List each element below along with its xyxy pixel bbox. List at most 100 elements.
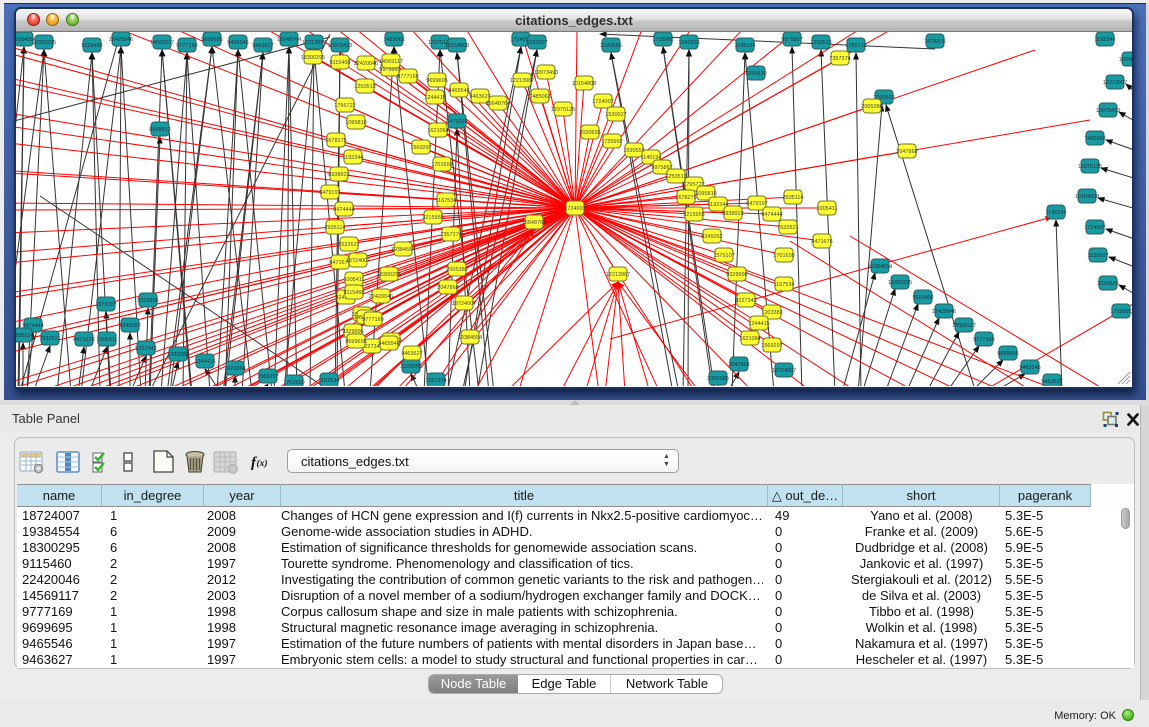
svg-text:1005411: 1005411 [343,277,364,283]
svg-text:9465546: 9465546 [448,88,469,94]
svg-text:1530027: 1530027 [605,112,626,118]
svg-text:2020655: 2020655 [600,43,621,49]
svg-text:7357274: 7357274 [829,56,850,62]
svg-text:22420046: 22420046 [109,37,133,43]
svg-text:2047868: 2047868 [728,362,749,368]
svg-text:1678275: 1678275 [924,39,945,45]
svg-text:2935114: 2935114 [16,333,34,339]
svg-text:1569297: 1569297 [410,145,431,151]
svg-text:1795722: 1795722 [334,103,355,109]
svg-text:14569117: 14569117 [952,323,976,329]
svg-text:8938923: 8938923 [328,172,349,178]
svg-text:22420046: 22420046 [354,61,378,67]
svg-text:9245052: 9245052 [119,323,140,329]
svg-text:2935114: 2935114 [324,225,345,231]
svg-text:2020655: 2020655 [579,130,600,136]
svg-text:14569117: 14569117 [150,40,174,46]
svg-text:3215955: 3215955 [400,364,421,370]
svg-text:1167534: 1167534 [773,282,794,288]
svg-text:1678275: 1678275 [325,138,346,144]
svg-text:7632621: 7632621 [777,225,798,231]
svg-text:18300295: 18300295 [301,55,325,61]
svg-text:19384554: 19384554 [458,335,482,341]
svg-text:1167534: 1167534 [318,378,339,384]
svg-text:7485063: 7485063 [529,94,550,100]
svg-text:9245052: 9245052 [701,234,722,240]
svg-text:12213967: 12213967 [302,40,326,46]
svg-text:1569297: 1569297 [761,343,782,349]
svg-text:19384554: 19384554 [868,264,892,270]
svg-text:9474444: 9474444 [333,207,354,213]
svg-text:(x): (x) [257,458,268,469]
svg-text:8938923: 8938923 [722,211,743,217]
svg-text:1250513: 1250513 [810,40,831,46]
svg-text:2020655: 2020655 [1097,281,1118,287]
svg-text:9465546: 9465546 [227,40,248,46]
svg-text:18300295: 18300295 [377,272,401,278]
svg-text:9227343: 9227343 [735,298,756,304]
svg-text:9777169: 9777169 [362,317,383,323]
svg-text:1795722: 1795722 [845,43,866,49]
svg-text:1621064: 1621064 [427,128,448,134]
svg-text:9115460: 9115460 [81,43,102,49]
svg-text:2047868: 2047868 [437,285,458,291]
svg-text:9115460: 9115460 [329,60,350,66]
svg-text:12213967: 12213967 [510,78,534,84]
svg-text:8471676: 8471676 [73,337,94,343]
svg-text:1250513: 1250513 [665,174,686,180]
svg-text:1203383: 1203383 [167,352,188,358]
svg-text:12975125: 12975125 [551,107,575,113]
svg-text:7632621: 7632621 [39,336,60,342]
svg-text:16648764: 16648764 [277,37,301,43]
svg-text:2005380: 2005380 [446,267,467,273]
svg-text:9699695: 9699695 [345,339,366,345]
svg-text:1203383: 1203383 [761,310,782,316]
svg-text:9699695: 9699695 [997,351,1018,357]
svg-text:1575107: 1575107 [713,253,734,259]
svg-text:1590553: 1590553 [623,148,644,154]
svg-text:3215955: 3215955 [422,215,443,221]
svg-text:6479197: 6479197 [746,201,767,207]
svg-text:2005380: 2005380 [861,104,882,110]
svg-text:1724007: 1724007 [564,206,585,212]
svg-text:19384554: 19384554 [391,247,415,253]
svg-text:9699695: 9699695 [426,78,447,84]
svg-text:9329996: 9329996 [726,272,747,278]
svg-text:22420046: 22420046 [932,309,956,315]
svg-text:1724007: 1724007 [592,99,613,105]
svg-text:1095810: 1095810 [345,120,366,126]
svg-text:9115460: 9115460 [912,295,933,301]
svg-text:16648764: 16648764 [486,101,510,107]
svg-text:1724007: 1724007 [1084,225,1105,231]
svg-text:1250513: 1250513 [354,84,375,90]
svg-text:1244415: 1244415 [194,359,215,365]
svg-text:7485063: 7485063 [383,37,404,43]
svg-text:10154808: 10154808 [572,81,596,87]
svg-text:22420046: 22420046 [369,294,393,300]
svg-text:9777169: 9777169 [397,74,418,80]
svg-text:1569297: 1569297 [257,374,278,380]
svg-text:1005411: 1005411 [96,337,117,343]
svg-text:9227343: 9227343 [135,346,156,352]
svg-text:1167534: 1167534 [435,198,456,204]
svg-text:18724007: 18724007 [772,368,796,374]
svg-text:10154808: 10154808 [445,43,469,49]
svg-text:8938923: 8938923 [149,127,170,133]
svg-text:18300295: 18300295 [32,40,56,46]
svg-text:12213967: 12213967 [606,272,630,278]
svg-text:7357274: 7357274 [440,232,461,238]
svg-text:1701650: 1701650 [283,380,304,386]
svg-text:14569117: 14569117 [379,59,403,65]
svg-text:18300295: 18300295 [888,280,912,286]
svg-text:1678275: 1678275 [675,195,696,201]
svg-text:1621064: 1621064 [224,366,245,372]
svg-text:18724007: 18724007 [452,301,476,307]
svg-text:2005380: 2005380 [707,376,728,382]
svg-text:9463627: 9463627 [401,351,422,357]
svg-text:7485063: 7485063 [1084,136,1105,142]
svg-text:12975125: 12975125 [1078,164,1102,170]
svg-text:10154808: 10154808 [1075,194,1099,200]
svg-text:1005411: 1005411 [816,206,837,212]
svg-text:9777169: 9777169 [176,43,197,49]
svg-text:6479197: 6479197 [319,190,340,196]
